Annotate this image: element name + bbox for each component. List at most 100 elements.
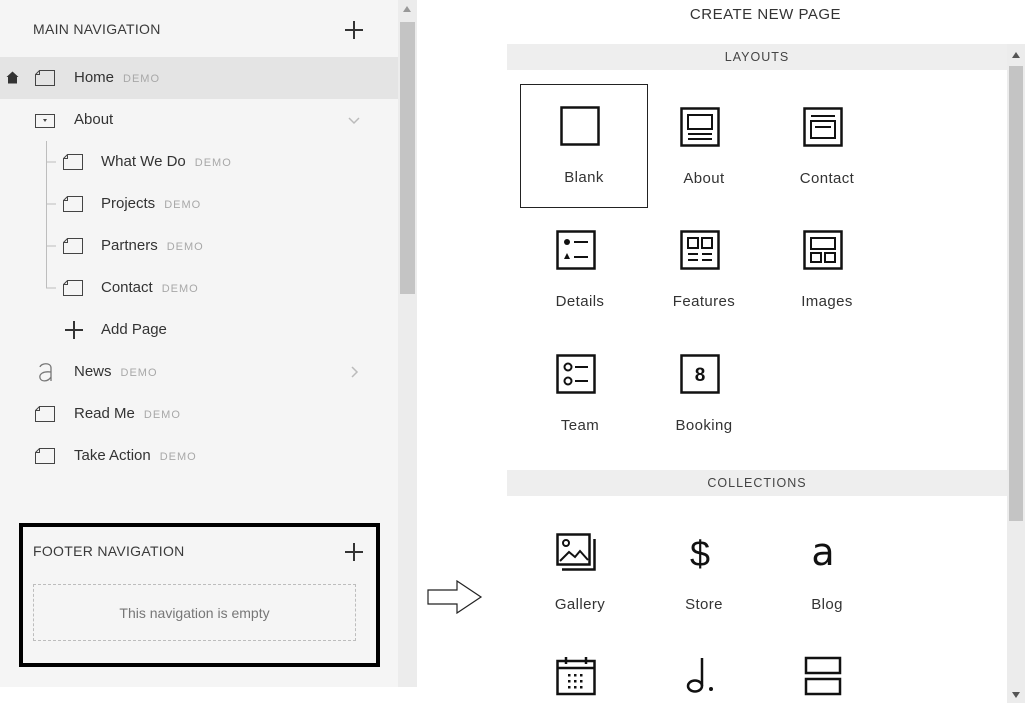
store-glyph: $ <box>690 533 710 573</box>
plus-icon <box>64 320 84 340</box>
contact-layout-icon <box>803 107 843 147</box>
tree-branch <box>46 245 56 247</box>
nav-item-label: Take Action <box>74 447 151 464</box>
layout-tile-contact[interactable]: Contact <box>763 85 891 209</box>
nav-item-label: Home <box>74 69 115 86</box>
nav-item-contact[interactable]: Contact DEMO <box>0 267 398 309</box>
collection-tile-blog[interactable]: a Blog <box>763 511 891 635</box>
nav-item-take-action[interactable]: Take Action DEMO <box>0 435 398 477</box>
layout-label: Blank <box>564 169 604 186</box>
layout-label: Images <box>801 293 853 310</box>
nav-item-home[interactable]: Home DEMO <box>0 57 398 99</box>
collection-tile-events[interactable] <box>516 636 644 696</box>
gallery-icon <box>556 533 596 571</box>
nav-item-label: Projects <box>101 195 156 212</box>
collection-label: Gallery <box>554 596 606 613</box>
create-new-page-title: CREATE NEW PAGE <box>689 6 842 23</box>
scroll-down-arrow-icon[interactable] <box>1012 692 1020 698</box>
layout-tile-booking[interactable]: 8 Booking <box>640 332 768 456</box>
page-icon <box>63 280 83 296</box>
nav-item-label: What We Do <box>101 153 186 170</box>
demo-badge: DEMO <box>120 367 158 379</box>
add-page-label: Add Page <box>101 321 167 338</box>
page-icon <box>63 196 83 212</box>
layout-tile-details[interactable]: Details <box>516 208 644 332</box>
demo-badge: DEMO <box>159 451 197 463</box>
empty-navigation-dropzone[interactable]: This navigation is empty <box>33 584 356 641</box>
main-navigation-title: MAIN NAVIGATION <box>33 21 161 37</box>
footer-navigation-section: FOOTER NAVIGATION This navigation is emp… <box>19 523 380 667</box>
demo-badge: DEMO <box>164 199 202 211</box>
layout-label: Team <box>560 417 600 434</box>
collections-section-header: COLLECTIONS <box>507 470 1007 496</box>
layout-label: About <box>683 170 725 187</box>
tree-branch <box>46 203 56 205</box>
demo-badge: DEMO <box>194 157 232 169</box>
collection-label: Blog <box>811 596 843 613</box>
booking-layout-icon: 8 <box>680 354 720 394</box>
booking-glyph: 8 <box>695 365 706 386</box>
scrollbar-thumb[interactable] <box>1009 66 1023 521</box>
layout-tile-images[interactable]: Images <box>763 208 891 332</box>
features-layout-icon <box>680 230 720 270</box>
layout-tile-team[interactable]: Team <box>516 332 644 456</box>
nav-item-about[interactable]: About <box>0 99 398 141</box>
collection-label: Store <box>685 596 723 613</box>
index-icon <box>804 656 842 696</box>
add-page-button[interactable]: Add Page <box>0 309 398 351</box>
nav-item-label: Partners <box>101 237 158 254</box>
blog-glyph: a <box>811 533 834 573</box>
main-navigation-list: Home DEMO About What We Do DEMO Projects… <box>0 57 398 477</box>
scroll-up-arrow-icon[interactable] <box>403 6 411 12</box>
blog-icon: a <box>811 533 834 573</box>
page-icon <box>35 406 55 422</box>
scrollbar-thumb[interactable] <box>400 22 415 294</box>
layout-tile-about[interactable]: About <box>640 85 768 209</box>
layout-tile-features[interactable]: Features <box>640 208 768 332</box>
nav-item-label: News <box>74 363 112 380</box>
nav-item-partners[interactable]: Partners DEMO <box>0 225 398 267</box>
add-footer-nav-plus-icon[interactable] <box>344 542 364 562</box>
layout-tile-blank[interactable]: Blank <box>520 84 648 208</box>
blog-icon <box>39 363 52 382</box>
demo-badge: DEMO <box>161 283 199 295</box>
page-icon <box>63 154 83 170</box>
nav-item-what-we-do[interactable]: What We Do DEMO <box>0 141 398 183</box>
blank-layout-icon <box>560 106 600 146</box>
nav-item-news[interactable]: News DEMO <box>0 351 398 393</box>
nav-item-projects[interactable]: Projects DEMO <box>0 183 398 225</box>
collection-tile-index[interactable] <box>763 636 891 696</box>
folder-icon <box>35 114 55 128</box>
demo-badge: DEMO <box>123 73 161 85</box>
demo-badge: DEMO <box>166 241 204 253</box>
tree-branch <box>46 287 56 289</box>
chevron-right-icon[interactable] <box>347 365 361 379</box>
collection-tile-album[interactable] <box>640 636 768 696</box>
page-icon <box>63 238 83 254</box>
collection-tile-gallery[interactable]: Gallery <box>516 511 644 635</box>
layouts-section-header: LAYOUTS <box>507 44 1007 70</box>
tree-branch <box>46 161 56 163</box>
home-icon <box>6 71 19 84</box>
scroll-up-arrow-icon[interactable] <box>1012 52 1020 58</box>
music-note-icon <box>686 658 713 693</box>
empty-navigation-text: This navigation is empty <box>119 604 270 621</box>
layout-label: Booking <box>675 417 733 434</box>
layout-label: Contact <box>799 170 855 187</box>
layout-label: Details <box>555 293 605 310</box>
nav-item-label: About <box>74 111 114 128</box>
collection-tile-store[interactable]: $ Store <box>640 511 768 635</box>
nav-item-read-me[interactable]: Read Me DEMO <box>0 393 398 435</box>
calendar-icon <box>556 657 596 696</box>
details-layout-icon <box>556 230 596 270</box>
add-main-nav-plus-icon[interactable] <box>344 20 364 40</box>
page-icon <box>35 448 55 464</box>
about-layout-icon <box>680 107 720 147</box>
create-page-scrollbar[interactable] <box>1007 44 1025 703</box>
footer-navigation-title: FOOTER NAVIGATION <box>33 543 185 559</box>
nav-item-label: Read Me <box>74 405 135 422</box>
navigation-scrollbar[interactable] <box>398 0 417 687</box>
nav-item-label: Contact <box>101 279 153 296</box>
layout-label: Features <box>672 293 736 310</box>
chevron-down-icon[interactable] <box>347 113 361 127</box>
